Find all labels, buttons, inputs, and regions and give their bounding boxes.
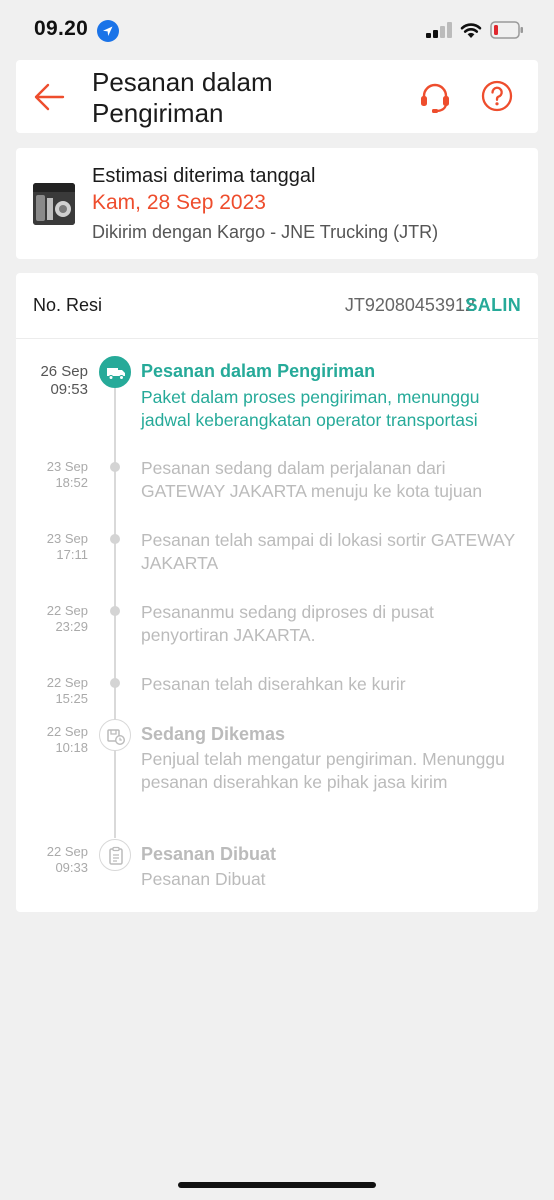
event-description: Pesananmu sedang diproses di pusat penyo… [141,602,434,645]
timeline-dot [110,678,120,688]
estimate-date: Kam, 28 Sep 2023 [92,191,266,214]
event-time: 17:11 [56,547,88,562]
event-time: 09:53 [50,381,88,398]
event-title: Pesanan dalam Pengiriman [141,361,376,381]
header-bar: Pesanan dalam Pengiriman [16,60,538,133]
timeline-event: 23 Sep 18:52 Pesanan sedang dalam perjal… [16,458,538,509]
location-arrow-icon [97,20,119,42]
event-date: 23 Sep [46,459,88,474]
home-indicator[interactable] [178,1182,376,1188]
timeline-event: 22 Sep 10:18 Sedang Dikemas Penjual tela… [16,719,538,815]
tracking-number-label: No. Resi [33,295,103,315]
event-date: 22 Sep [46,603,88,618]
tracking-number-row: No. Resi JT92080453912 SALIN [16,273,538,339]
timeline-event: 22 Sep 23:29 Pesananmu sedang diproses d… [16,602,538,653]
copy-tracking-number-button[interactable]: SALIN [466,295,522,316]
event-time: 23:29 [55,619,88,634]
event-time: 10:18 [55,740,88,755]
event-date: 22 Sep [46,844,88,859]
help-question-icon[interactable] [480,79,514,113]
estimate-label: Estimasi diterima tanggal [92,165,316,187]
event-description: Pesanan Dibuat [141,869,266,889]
event-time: 18:52 [55,475,88,490]
cellular-signal-icon [426,22,452,38]
timeline-event: 26 Sep 09:53 Pesanan dalam Pengiriman Pa… [16,356,538,439]
timeline-dot [110,606,120,616]
status-bar: 09.20 [0,0,554,58]
event-description: Pesanan telah diserahkan ke kurir [141,674,406,694]
timeline-event: 22 Sep 15:25 Pesanan telah diserahkan ke… [16,674,538,711]
event-date: 22 Sep [46,675,88,690]
timeline-event: 22 Sep 09:33 Pesanan Dibuat Pesanan Dibu… [16,839,538,893]
event-description: Penjual telah mengatur pengiriman. Menun… [141,749,505,792]
courier-info: Dikirim dengan Kargo - JNE Trucking (JTR… [92,222,439,242]
timeline-dot [110,462,120,472]
truck-icon [99,356,131,388]
event-description: Pesanan sedang dalam perjalanan dari GAT… [141,458,483,501]
event-description: Paket dalam proses pengiriman, menunggu … [141,387,480,430]
event-date: 23 Sep [46,531,88,546]
page-title: Pesanan dalam Pengiriman [92,67,273,128]
tracking-card: No. Resi JT92080453912 SALIN 26 Sep 09:5… [16,273,538,912]
status-time: 09.20 [34,17,89,40]
product-thumbnail[interactable] [33,183,75,225]
wifi-icon [459,20,483,40]
event-date: 26 Sep [40,363,88,380]
customer-service-headset-icon[interactable] [417,79,453,115]
battery-low-icon [490,21,524,39]
event-title: Sedang Dikemas [141,724,286,744]
package-clock-icon [99,719,131,751]
tracking-number: JT92080453912 [344,295,475,315]
clipboard-icon [99,839,131,871]
timeline-event: 23 Sep 17:11 Pesanan telah sampai di lok… [16,530,538,581]
event-time: 15:25 [55,691,88,706]
event-title: Pesanan Dibuat [141,844,277,864]
event-description: Pesanan telah sampai di lokasi sortir GA… [141,530,515,573]
event-time: 09:33 [55,860,88,875]
timeline-dot [110,534,120,544]
event-date: 22 Sep [46,724,88,739]
delivery-estimate-card: Estimasi diterima tanggal Kam, 28 Sep 20… [16,148,538,259]
back-arrow-icon[interactable] [32,80,66,114]
